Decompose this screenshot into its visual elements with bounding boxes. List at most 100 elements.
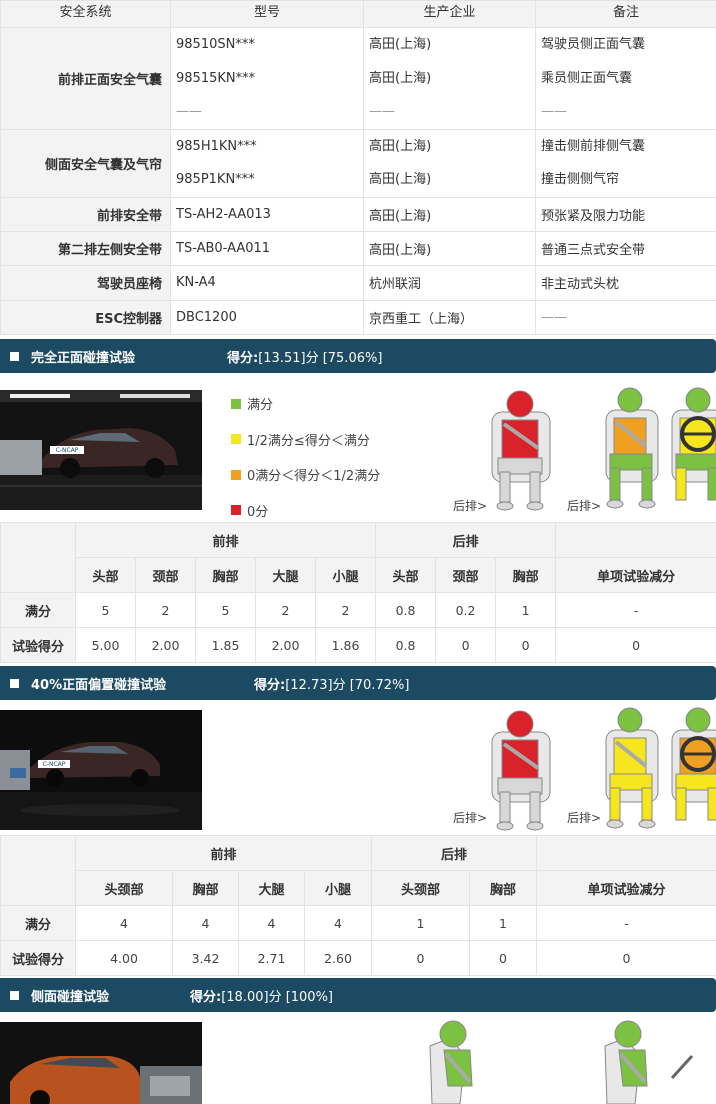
cell: 4.00 (75, 940, 173, 976)
bullet-icon (10, 351, 19, 361)
section-header-side-impact: 侧面碰撞试验 得分:[18.00]分 [100%] (0, 978, 716, 1012)
rear-label: 后排> (567, 811, 602, 825)
model-value: 985P1KN*** (176, 172, 255, 187)
maker-value: 高田(上海) (369, 37, 432, 52)
crash-test-photo: C-NCAP (0, 710, 202, 830)
cell: 1 (371, 905, 471, 941)
col-header: 小腿 (314, 557, 377, 593)
cell: 1.85 (195, 627, 256, 663)
spec-row: ESC控制器 DBC1200 京西重工（上海） —— (0, 299, 716, 335)
cell: 1.86 (314, 627, 377, 663)
c-ncap-badge: C-NCAP (43, 761, 66, 768)
col-header: 颈部 (435, 557, 497, 593)
spec-row-label: 前排正面安全气囊 (0, 27, 171, 130)
cell: 0 (555, 627, 716, 663)
model-value: DBC1200 (170, 299, 364, 335)
legend-item: 满分 (231, 386, 380, 422)
model-value: TS-AB0-AA011 (170, 230, 364, 266)
front-dummy-driver-icon (605, 707, 659, 829)
note-value: 普通三点式安全带 (535, 230, 716, 266)
rear-label: 后排> (567, 499, 602, 513)
model-value: —— (176, 104, 202, 119)
side-dummy-driver-icon (429, 1020, 473, 1104)
cell: 4 (238, 905, 305, 941)
front-dummy-driver-icon (605, 387, 659, 509)
row-label: 试验得分 (0, 627, 76, 663)
maker-value: 高田(上海) (369, 138, 432, 154)
table-row: 满分 4 4 4 4 1 1 - (0, 905, 716, 941)
row-label: 满分 (0, 905, 76, 941)
rear-label: 后排> (453, 811, 488, 825)
section-title: 40%正面偏置碰撞试验 (31, 677, 167, 693)
orange-swatch-icon (231, 469, 241, 480)
section-header-full-frontal: 完全正面碰撞试验 得分:[13.51]分 [75.06%] (0, 339, 716, 373)
cell: 0.2 (435, 592, 497, 628)
note-value: 撞击侧前排侧气囊 (541, 138, 646, 154)
col-header-deduction: 单项试验减分 (555, 557, 716, 593)
red-swatch-icon (231, 505, 241, 516)
model-value: 98510SN*** (176, 37, 255, 52)
section-header-offset-frontal: 40%正面偏置碰撞试验 得分:[12.73]分 [70.72%] (0, 666, 716, 700)
maker-value: 高田(上海) (369, 70, 432, 86)
row-label: 满分 (0, 592, 76, 628)
group-header-front: 前排 (74, 835, 373, 871)
section-score: 得分:[12.73]分 [70.72%] (254, 677, 410, 693)
spec-row: 驾驶员座椅 KN-A4 杭州联润 非主动式头枕 (0, 264, 716, 301)
cell: 5.00 (75, 627, 136, 663)
group-header-front: 前排 (74, 522, 377, 558)
cell: 0 (469, 940, 538, 976)
col-header-maker: 生产企业 (363, 0, 536, 28)
group-header-rear: 后排 (375, 522, 557, 558)
spec-header-row: 安全系统 型号 生产企业 备注 (0, 0, 716, 28)
col-header: 大腿 (238, 870, 305, 906)
cell: - (536, 905, 716, 941)
row-label: 试验得分 (0, 940, 76, 976)
col-header-notes: 备注 (535, 0, 716, 28)
col-header: 胸部 (495, 557, 557, 593)
col-header: 胸部 (469, 870, 538, 906)
front-dummy-passenger-icon (671, 707, 716, 821)
rear-dummy-icon (491, 710, 551, 831)
col-header: 颈部 (135, 557, 196, 593)
score-table-full-frontal: 前排 后排 头部 颈部 胸部 大腿 小腿 头部 颈部 胸部 单项试验减分 满分 … (0, 522, 716, 663)
side-dummy-passenger-icon (604, 1020, 694, 1104)
legend-item: 0满分＜得分＜1/2满分 (231, 457, 380, 493)
spec-row-label: 前排安全带 (0, 196, 171, 232)
cell: - (555, 592, 716, 628)
cell: 0.8 (375, 627, 437, 663)
cell: 2.60 (303, 940, 373, 976)
section-score: 得分:[18.00]分 [100%] (190, 989, 334, 1005)
col-header: 头颈部 (371, 870, 471, 906)
front-dummy-passenger-icon (671, 387, 716, 501)
section-title: 侧面碰撞试验 (31, 989, 110, 1005)
note-value: 非主动式头枕 (535, 264, 716, 301)
cell: 3.42 (172, 940, 239, 976)
col-header-system: 安全系统 (0, 0, 171, 28)
col-header-model: 型号 (170, 0, 364, 28)
c-ncap-badge: C-NCAP (56, 447, 79, 454)
cell: 5 (75, 592, 136, 628)
maker-value: —— (369, 104, 395, 119)
maker-value: 杭州联润 (363, 264, 536, 301)
legend-item: 1/2满分≤得分＜满分 (231, 422, 380, 458)
crash-test-photo: C-NCAP (0, 390, 202, 510)
model-value: KN-A4 (170, 264, 364, 301)
cell: 0 (435, 627, 497, 663)
cell: 2.71 (238, 940, 305, 976)
col-header: 胸部 (195, 557, 256, 593)
maker-value: 高田(上海) (363, 230, 536, 266)
cell: 4 (75, 905, 173, 941)
col-header: 头部 (75, 557, 136, 593)
note-value: —— (535, 299, 716, 335)
table-row: 试验得分 4.00 3.42 2.71 2.60 0 0 0 (0, 940, 716, 976)
spec-row-label: ESC控制器 (0, 299, 171, 335)
note-value: 乘员侧正面气囊 (541, 70, 633, 86)
section-title: 完全正面碰撞试验 (31, 350, 136, 366)
section-score: 得分:[13.51]分 [75.06%] (227, 350, 383, 366)
table-row: 满分 5 2 5 2 2 0.8 0.2 1 - (0, 592, 716, 628)
cell: 2 (314, 592, 377, 628)
score-legend: 满分 1/2满分≤得分＜满分 0满分＜得分＜1/2满分 0分 (231, 386, 380, 528)
crash-test-photo (0, 1022, 202, 1104)
cell: 0 (495, 627, 557, 663)
cell: 1 (495, 592, 557, 628)
